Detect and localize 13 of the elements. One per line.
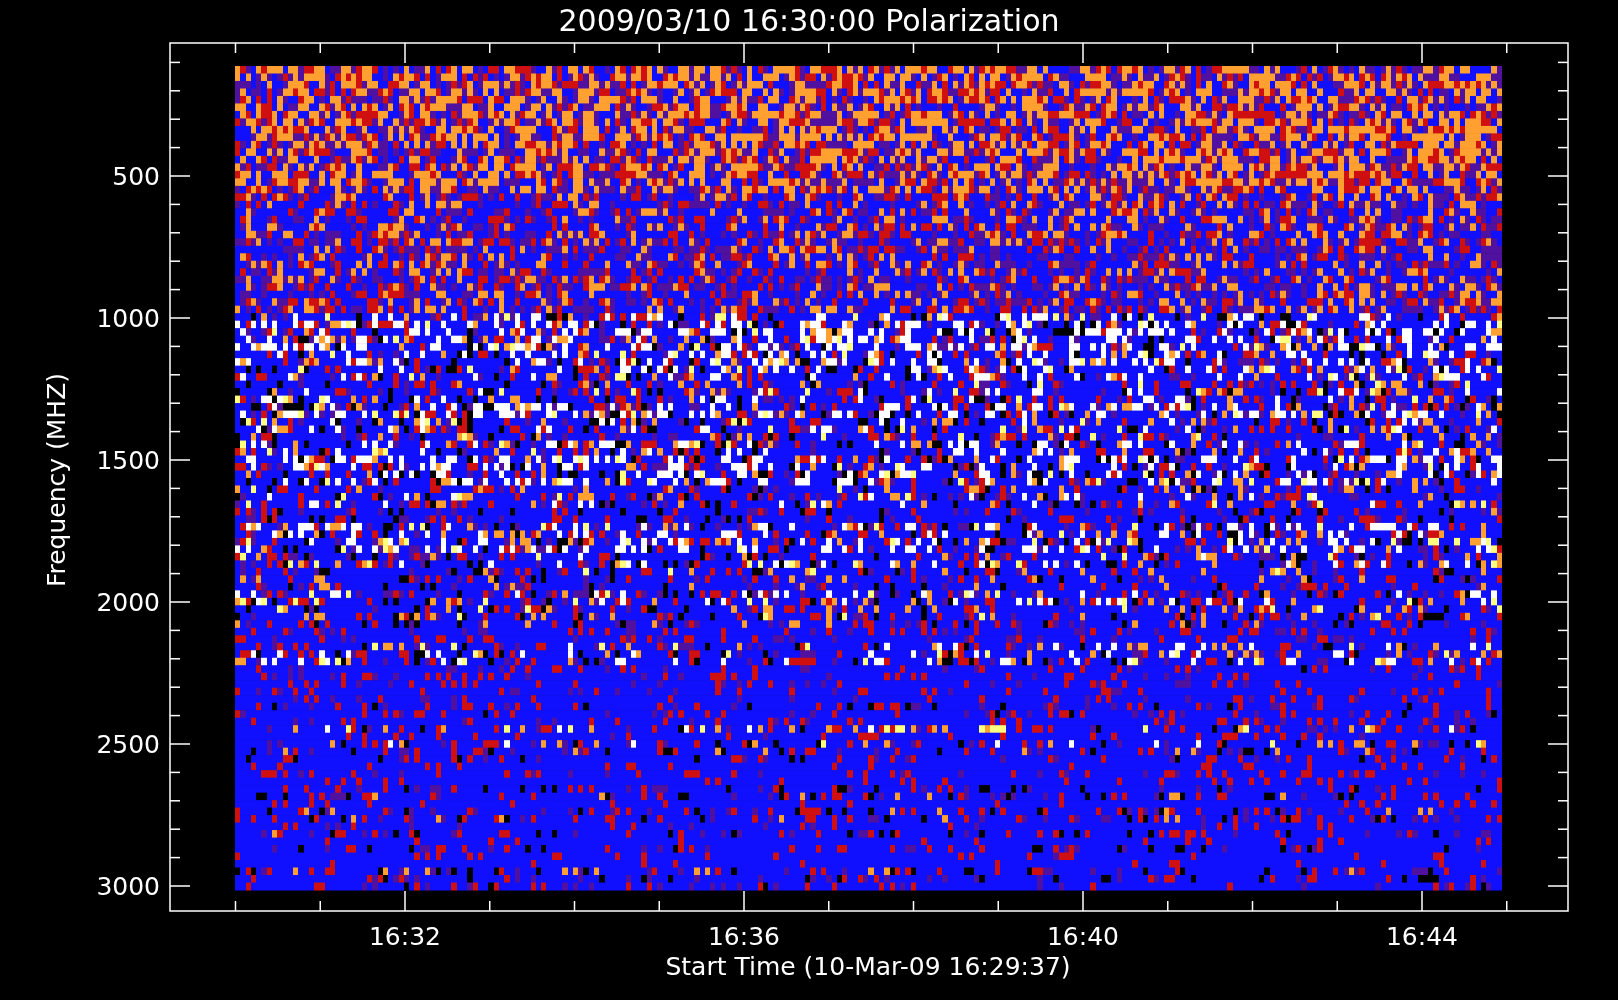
y-tick-label: 2000 [96,588,160,617]
x-tick-label: 16:40 [1047,922,1119,951]
y-tick-label: 1000 [96,304,160,333]
x-axis-label: Start Time (10-Mar-09 16:29:37) [665,952,1071,981]
y-tick-label: 1500 [96,446,160,475]
chart-title: 2009/03/10 16:30:00 Polarization [558,3,1060,38]
y-tick-label: 2500 [96,730,160,759]
x-tick-label: 16:36 [708,922,780,951]
x-tick-label: 16:44 [1386,922,1458,951]
y-tick-label: 500 [112,162,160,191]
y-tick-label: 3000 [96,872,160,901]
y-axis-label: Frequency (MHZ) [42,372,71,588]
x-tick-label: 16:32 [369,922,441,951]
